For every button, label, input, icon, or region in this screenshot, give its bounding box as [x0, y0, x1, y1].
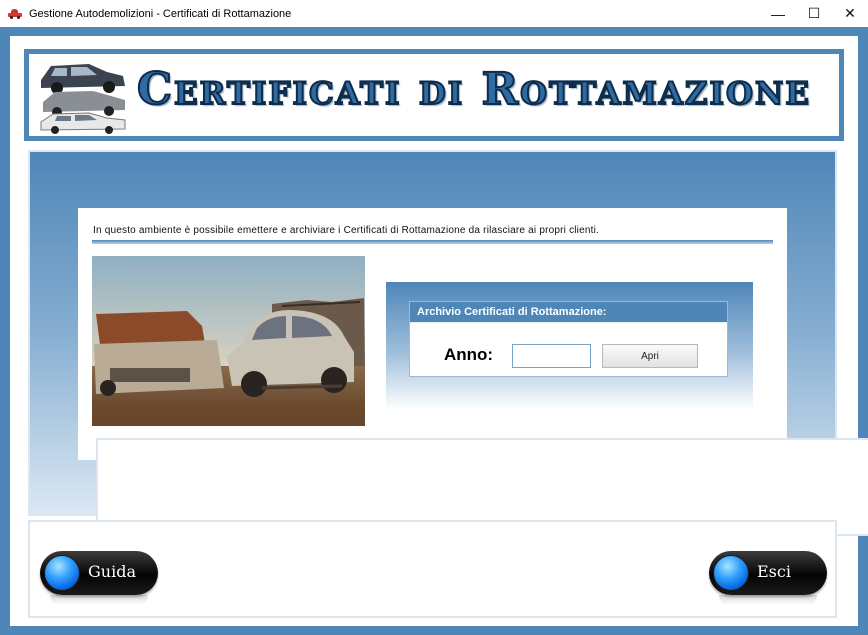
info-text: In questo ambiente è possibile emettere … — [93, 225, 600, 236]
maximize-button[interactable]: ☐ — [796, 0, 832, 27]
window-title: Gestione Autodemolizioni - Certificati d… — [29, 7, 292, 20]
archive-box: Archivio Certificati di Rottamazione: An… — [409, 301, 728, 377]
content-panel: In questo ambiente è possibile emettere … — [28, 150, 868, 536]
blue-orb-icon — [44, 555, 80, 591]
main-frame: Certificati di Rottamazione In questo am… — [10, 36, 868, 626]
page-title: Certificati di Rottamazione — [136, 63, 811, 116]
minimize-button[interactable]: — — [760, 0, 796, 27]
apri-button[interactable]: Apri — [602, 344, 698, 368]
anno-label: Anno: — [444, 345, 494, 364]
divider-top — [92, 240, 773, 244]
archive-panel: Archivio Certificati di Rottamazione: An… — [386, 282, 753, 410]
blue-orb-icon — [713, 555, 749, 591]
stacked-cars-logo — [40, 64, 126, 134]
maximize-icon: ☐ — [807, 5, 821, 21]
minimize-icon: — — [771, 5, 785, 22]
header-banner: Certificati di Rottamazione — [24, 49, 844, 141]
guida-button[interactable]: Guida — [40, 551, 158, 605]
close-button[interactable]: ✕ — [832, 0, 868, 27]
archive-heading: Archivio Certificati di Rottamazione: — [410, 302, 727, 323]
car-app-icon — [8, 8, 22, 19]
title-bar: Gestione Autodemolizioni - Certificati d… — [0, 0, 868, 27]
esci-button[interactable]: Esci — [709, 551, 827, 605]
bottom-bar: Guida Esci — [28, 520, 837, 618]
esci-label: Esci — [757, 562, 791, 581]
anno-input[interactable] — [512, 344, 591, 368]
junkyard-photo — [92, 256, 365, 426]
info-card: In questo ambiente è possibile emettere … — [78, 208, 868, 536]
close-icon: ✕ — [844, 5, 856, 21]
guida-label: Guida — [88, 562, 136, 581]
